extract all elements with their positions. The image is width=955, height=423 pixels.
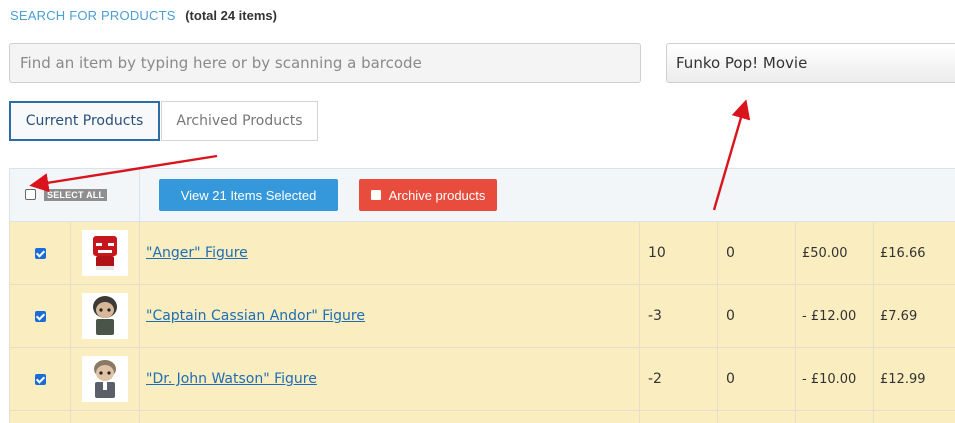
row-name-cell: "Captain Cassian Andor" Figure [139,284,640,348]
table-row [9,410,955,423]
total-items-count: (total 24 items) [185,8,277,23]
row-thumb-cell [70,284,140,348]
row-col2: 0 [726,308,735,324]
row-col2-cell: 0 [717,347,796,411]
row-qty: 10 [648,245,666,261]
archive-box-icon [370,190,381,200]
table-row: "Captain Cassian Andor" Figure -3 0 - £1… [9,284,955,348]
category-selected-value: Funko Pop! Movie [676,54,808,72]
row-price1-cell: - £12.00 [795,284,874,348]
row-price1-cell: - £10.00 [795,347,874,411]
row-price2: £12.99 [880,372,926,387]
row-price2: £7.69 [880,309,918,324]
archive-products-label: Archive products [388,187,486,203]
red-figure-icon [82,230,128,276]
bulk-actions-cell: View 21 Items Selected Archive products [138,168,955,222]
products-table: SELECT ALL View 21 Items Selected Archiv… [9,168,955,423]
tab-current-products[interactable]: Current Products [9,101,160,141]
tab-archived-products-label: Archived Products [176,113,303,129]
row-select-cell [9,347,71,411]
view-selected-button[interactable]: View 21 Items Selected [159,179,338,211]
row-qty-cell: 10 [639,221,718,285]
row-name-cell: "Dr. John Watson" Figure [139,347,640,411]
tab-archived-products[interactable]: Archived Products [161,101,318,141]
row-price2: £16.66 [880,246,926,261]
row-select-cell [9,221,71,285]
row-checkbox[interactable] [34,310,46,322]
dark-figure-icon [82,293,128,339]
page-heading: SEARCH FOR PRODUCTS (total 24 items) [10,8,277,23]
row-checkbox[interactable] [34,247,46,259]
row-price1: - £12.00 [802,309,857,324]
row-col2: 0 [726,371,735,387]
page-title: SEARCH FOR PRODUCTS [10,8,176,23]
row-price1-cell: £50.00 [795,221,874,285]
row-price1: - £10.00 [802,372,857,387]
category-select[interactable]: Funko Pop! Movie [666,43,955,83]
select-all-cell: SELECT ALL [9,168,140,222]
row-col2: 0 [726,245,735,261]
row-price2-cell: £12.99 [872,347,955,411]
row-col2-cell: 0 [717,221,796,285]
row-qty-cell: -3 [639,284,718,348]
view-selected-label: View 21 Items Selected [180,187,317,203]
row-thumb-cell [70,221,140,285]
search-input[interactable] [9,43,641,83]
row-qty-cell: -2 [639,347,718,411]
suit-figure-icon [82,356,128,402]
row-select-cell [9,284,71,348]
row-price1: £50.00 [802,246,848,261]
product-name-link[interactable]: "Captain Cassian Andor" Figure [140,308,365,324]
row-qty: -3 [648,308,662,324]
table-toolbar-row: SELECT ALL View 21 Items Selected Archiv… [9,168,955,222]
row-checkbox[interactable] [34,373,46,385]
row-qty: -2 [648,371,662,387]
select-all-label[interactable]: SELECT ALL [44,189,108,201]
row-thumb-cell [70,347,140,411]
select-all-checkbox[interactable] [25,189,36,200]
row-price2-cell: £16.66 [872,221,955,285]
row-col2-cell: 0 [717,284,796,348]
row-price2-cell: £7.69 [872,284,955,348]
product-name-link[interactable]: "Dr. John Watson" Figure [140,371,317,387]
table-row: "Anger" Figure 10 0 £50.00 £16.66 [9,221,955,285]
tab-current-products-label: Current Products [25,113,144,129]
row-name-cell: "Anger" Figure [139,221,640,285]
product-name-link[interactable]: "Anger" Figure [140,245,248,261]
table-row: "Dr. John Watson" Figure -2 0 - £10.00 £… [9,347,955,411]
archive-products-button[interactable]: Archive products [359,179,497,211]
